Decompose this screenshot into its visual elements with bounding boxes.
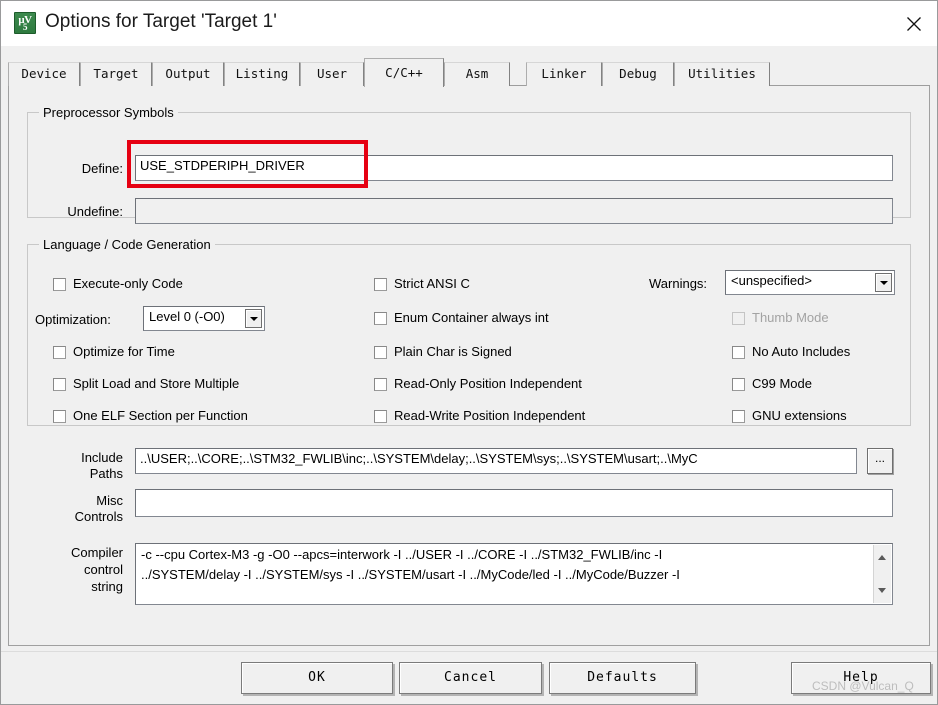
compiler-control-string-line-2: ../SYSTEM/delay -I ../SYSTEM/sys -I ../S… — [141, 567, 680, 582]
footer-divider — [1, 651, 937, 652]
compiler-control-string-label-line3: string — [91, 579, 123, 594]
compiler-string-scrollbar[interactable] — [873, 545, 891, 603]
checkbox-label: Read-Write Position Independent — [394, 408, 586, 423]
cancel-button[interactable]: Cancel — [399, 662, 542, 694]
tab-target[interactable]: Target — [80, 62, 152, 86]
include-paths-label-line2: Paths — [89, 466, 123, 481]
keil-icon-glyph-bottom: 5 — [23, 22, 28, 32]
checkbox-label: Enum Container always int — [394, 310, 549, 325]
checkbox-box-icon — [374, 346, 387, 359]
checkbox-label: Read-Only Position Independent — [394, 376, 582, 391]
chevron-down-icon[interactable] — [874, 582, 891, 599]
undefine-input[interactable] — [135, 198, 893, 224]
compiler-control-string-textarea[interactable]: -c --cpu Cortex-M3 -g -O0 --apcs=interwo… — [135, 543, 893, 605]
compiler-control-string-label-line2: control — [83, 562, 123, 577]
undefine-label: Undefine: — [67, 204, 123, 219]
chevron-up-icon[interactable] — [874, 549, 891, 566]
warnings-value: <unspecified> — [731, 273, 812, 288]
include-paths-browse-button[interactable]: ... — [867, 448, 893, 474]
ok-button[interactable]: OK — [241, 662, 393, 694]
define-input[interactable]: USE_STDPERIPH_DRIVER — [135, 155, 893, 181]
checkbox-box-icon — [732, 346, 745, 359]
compiler-control-string-label-line1: Compiler — [70, 545, 123, 560]
keil-uvision-icon: μV 5 — [14, 12, 36, 34]
misc-controls-input[interactable] — [135, 489, 893, 517]
tab-linker[interactable]: Linker — [526, 62, 602, 86]
preprocessor-symbols-title: Preprocessor Symbols — [39, 105, 178, 120]
checkbox-box-icon — [374, 378, 387, 391]
checkbox-label: One ELF Section per Function — [73, 408, 248, 423]
tab-c-cpp[interactable]: C/C++ — [364, 58, 444, 87]
checkbox-label: Plain Char is Signed — [394, 344, 512, 359]
chevron-down-icon[interactable] — [875, 273, 892, 292]
checkbox-box-icon — [53, 278, 66, 291]
checkbox-label: C99 Mode — [752, 376, 812, 391]
misc-controls-label-line1: Misc — [96, 493, 123, 508]
warnings-label: Warnings: — [649, 276, 708, 291]
close-icon — [907, 17, 921, 31]
tab-device[interactable]: Device — [8, 62, 80, 86]
define-label: Define: — [81, 161, 123, 176]
checkbox-box-icon — [374, 278, 387, 291]
checkbox-label: Strict ANSI C — [394, 276, 470, 291]
tab-debug[interactable]: Debug — [602, 62, 674, 86]
optimization-value: Level 0 (-O0) — [149, 309, 225, 324]
checkbox-box-icon — [732, 312, 745, 325]
language-code-generation-title: Language / Code Generation — [39, 237, 215, 252]
misc-controls-label-line2: Controls — [74, 509, 123, 524]
watermark: CSDN @Vulcan_Q — [812, 679, 914, 693]
tab-user[interactable]: User — [300, 62, 364, 86]
checkbox-label: GNU extensions — [752, 408, 847, 423]
tab-utilities[interactable]: Utilities — [674, 62, 770, 86]
checkbox-box-icon — [53, 346, 66, 359]
page-title: Options for Target 'Target 1' — [45, 11, 277, 32]
checkbox-label: Optimize for Time — [73, 344, 175, 359]
defaults-button[interactable]: Defaults — [549, 662, 696, 694]
warnings-select[interactable]: <unspecified> — [725, 270, 895, 295]
include-paths-input[interactable]: ..\USER;..\CORE;..\STM32_FWLIB\inc;..\SY… — [135, 448, 857, 474]
checkbox-label: Execute-only Code — [73, 276, 183, 291]
checkbox-box-icon — [53, 378, 66, 391]
checkbox-box-icon — [732, 410, 745, 423]
checkbox-label: Split Load and Store Multiple — [73, 376, 240, 391]
include-paths-label-line1: Include — [81, 450, 123, 465]
optimization-label: Optimization: — [35, 312, 111, 327]
c-cpp-tab-panel: Preprocessor Symbols Define: USE_STDPERI… — [8, 86, 930, 646]
tab-output[interactable]: Output — [152, 62, 224, 86]
checkbox-label: Thumb Mode — [752, 310, 829, 325]
optimization-select[interactable]: Level 0 (-O0) — [143, 306, 265, 331]
tab-bar: Device Target Output Listing User C/C++ … — [8, 58, 930, 87]
title-bar: μV 5 Options for Target 'Target 1' — [1, 1, 937, 46]
checkbox-box-icon — [53, 410, 66, 423]
checkbox-box-icon — [732, 378, 745, 391]
tab-listing[interactable]: Listing — [224, 62, 300, 86]
close-button[interactable] — [891, 1, 937, 46]
checkbox-label: No Auto Includes — [752, 344, 851, 359]
tab-asm[interactable]: Asm — [444, 62, 510, 86]
checkbox-box-icon — [374, 410, 387, 423]
compiler-control-string-line-1: -c --cpu Cortex-M3 -g -O0 --apcs=interwo… — [141, 547, 663, 562]
checkbox-box-icon — [374, 312, 387, 325]
chevron-down-icon[interactable] — [245, 309, 262, 328]
options-dialog: μV 5 Options for Target 'Target 1' Devic… — [0, 0, 938, 705]
